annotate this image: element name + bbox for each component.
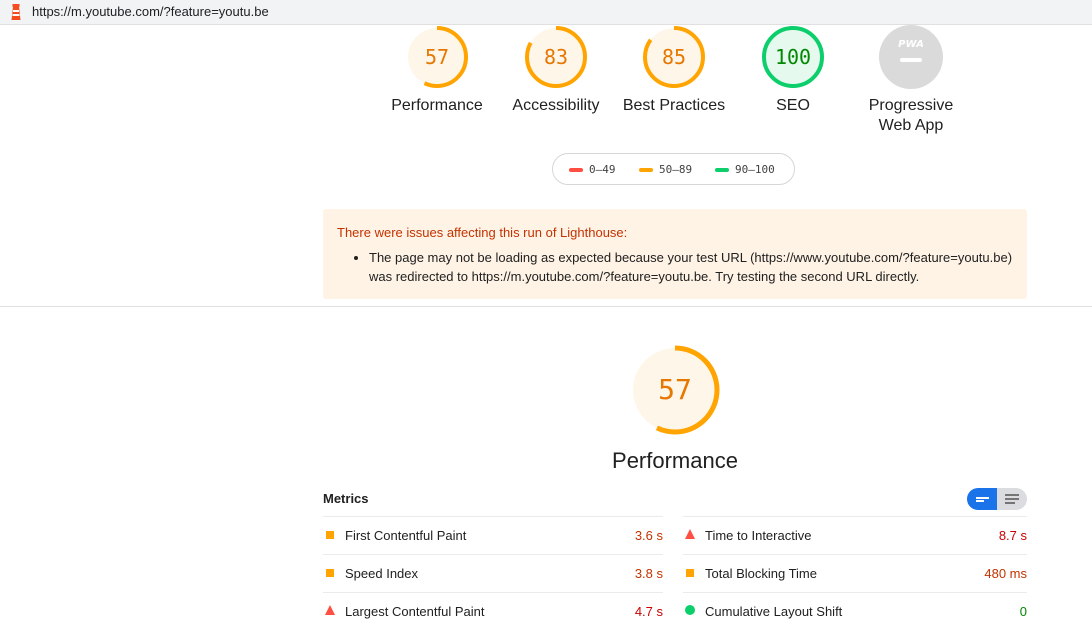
compact-view-button[interactable] <box>967 488 997 510</box>
category-gauge-seo[interactable]: 100 SEO <box>728 24 858 116</box>
average-square-icon <box>326 569 334 577</box>
compact-list-icon <box>976 497 989 502</box>
expanded-view-button[interactable] <box>997 488 1027 510</box>
score-value: 83 <box>543 45 569 69</box>
performance-title: Performance <box>612 448 738 473</box>
average-square-icon <box>686 569 694 577</box>
metric-first-contentful-paint: First Contentful Paint 3.6 s <box>323 516 663 554</box>
category-label: Accessibility <box>512 97 600 114</box>
metric-speed-index: Speed Index 3.8 s <box>323 554 663 592</box>
score-value: 100 <box>774 45 812 69</box>
metrics-column-left: First Contentful Paint 3.6 s Speed Index… <box>323 516 663 630</box>
legend-average: 50–89 <box>639 163 692 176</box>
legend-pass: 90–100 <box>715 163 775 176</box>
category-label: Performance <box>391 97 483 114</box>
pwa-badge: PWA <box>898 39 924 50</box>
category-label-line1: Progressive <box>868 97 954 114</box>
warning-item: The page may not be loading as expected … <box>369 248 1013 286</box>
metric-cumulative-layout-shift: Cumulative Layout Shift 0 <box>683 592 1027 630</box>
lighthouse-icon <box>11 4 21 20</box>
score-value: 85 <box>661 45 687 69</box>
category-gauge-pwa[interactable]: PWA Progressive Web App <box>846 24 976 136</box>
category-label: SEO <box>776 97 810 114</box>
address-bar[interactable]: https://m.youtube.com/?feature=youtu.be <box>0 0 1092 25</box>
expanded-list-icon <box>1005 494 1019 504</box>
average-square-icon <box>326 531 334 539</box>
metrics-header: Metrics <box>323 491 369 506</box>
url-text: https://m.youtube.com/?feature=youtu.be <box>32 4 269 19</box>
category-gauge-accessibility[interactable]: 83 Accessibility <box>491 24 621 116</box>
performance-score: 57 <box>658 373 692 406</box>
category-gauge-best-practices[interactable]: 85 Best Practices <box>609 24 739 116</box>
performance-gauge: 57 Performance <box>610 344 740 474</box>
metric-largest-contentful-paint: Largest Contentful Paint 4.7 s <box>323 592 663 630</box>
warning-list: The page may not be loading as expected … <box>337 248 1013 286</box>
metric-time-to-interactive: Time to Interactive 8.7 s <box>683 516 1027 554</box>
fail-triangle-icon <box>325 605 335 615</box>
section-divider <box>0 306 1092 307</box>
category-gauge-performance[interactable]: 57 Performance <box>372 24 502 116</box>
fail-triangle-icon <box>685 529 695 539</box>
pwa-icon: PWA <box>879 25 943 89</box>
metrics-column-right: Time to Interactive 8.7 s Total Blocking… <box>683 516 1027 630</box>
category-label-line2: Web App <box>878 117 944 134</box>
pass-circle-icon <box>685 605 695 615</box>
category-label: Progressive Web App <box>846 96 976 136</box>
warning-title: There were issues affecting this run of … <box>337 225 628 240</box>
run-warnings: There were issues affecting this run of … <box>323 209 1027 299</box>
score-value: 57 <box>424 45 450 69</box>
metric-total-blocking-time: Total Blocking Time 480 ms <box>683 554 1027 592</box>
category-label: Best Practices <box>622 97 726 114</box>
score-legend: 0–49 50–89 90–100 <box>552 153 795 185</box>
legend-fail: 0–49 <box>569 163 616 176</box>
metrics-view-toggle[interactable] <box>967 488 1027 510</box>
